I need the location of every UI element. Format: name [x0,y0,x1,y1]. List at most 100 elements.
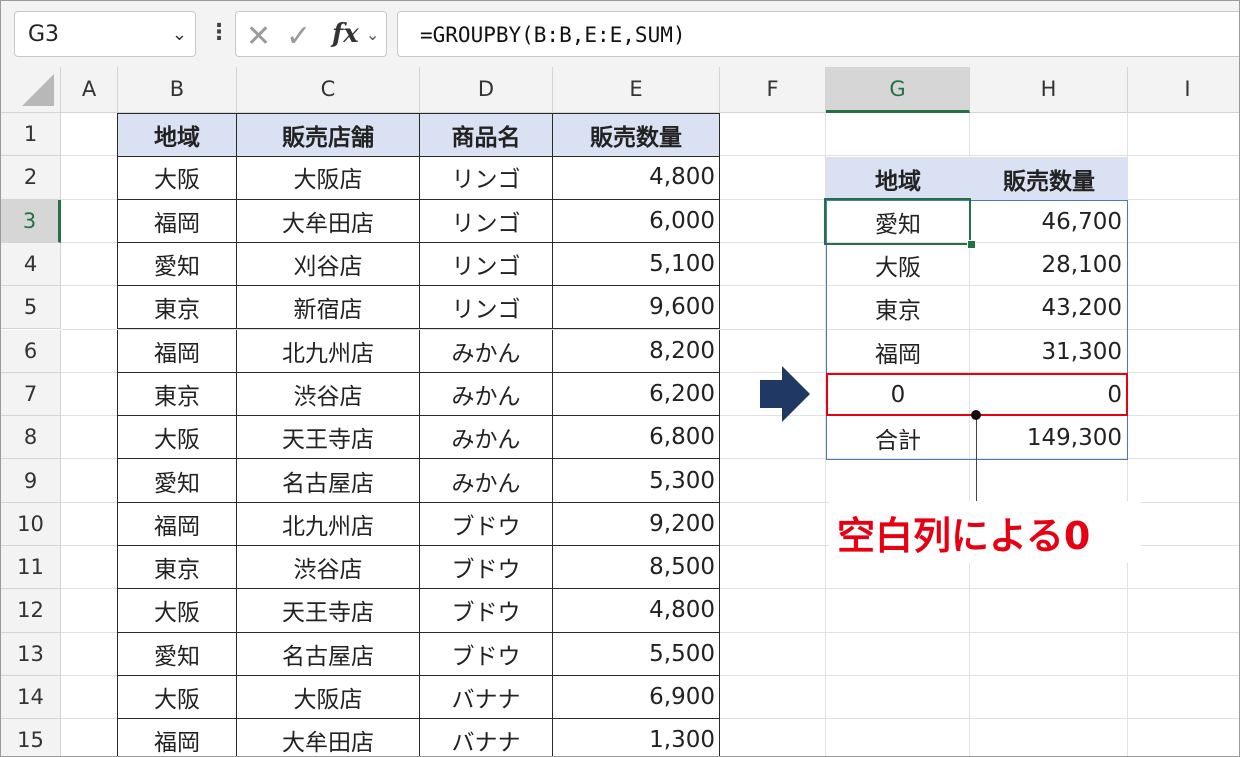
column-header-g[interactable]: G [826,67,970,113]
table-cell-store[interactable]: 大牟田店 [237,199,420,243]
table-cell-product[interactable]: みかん [420,416,553,460]
formula-input[interactable]: =GROUPBY(B:B,E:E,SUM) [397,11,1239,57]
row-header-3[interactable]: 3 [1,199,61,243]
table-cell-region[interactable]: 愛知 [117,459,237,503]
table-cell-region[interactable]: 福岡 [117,502,237,546]
table-cell-store[interactable]: 天王寺店 [237,416,420,460]
column-header-a[interactable]: A [61,67,118,113]
row-header-2[interactable]: 2 [1,156,61,200]
select-all-button[interactable] [1,67,61,113]
table-cell-store[interactable]: 刈谷店 [237,242,420,287]
row-header-1[interactable]: 1 [1,113,61,157]
result-header-quantity[interactable]: 販売数量 [970,157,1128,200]
table-cell-product[interactable]: みかん [420,329,553,373]
table-cell-region[interactable]: 大阪 [117,589,237,633]
result-cell-quantity[interactable]: 43,200 [970,287,1128,330]
table-cell-quantity[interactable]: 1,300 [553,719,720,756]
result-cell-region[interactable]: 福岡 [826,330,970,373]
table-cell-quantity[interactable]: 5,500 [553,632,720,676]
table-cell-store[interactable]: 大阪店 [237,156,420,200]
table-cell-store[interactable]: 名古屋店 [237,459,420,503]
column-header-c[interactable]: C [237,67,420,113]
row-header-5[interactable]: 5 [1,286,61,330]
header-store[interactable]: 販売店舗 [237,113,420,157]
table-cell-store[interactable]: 北九州店 [237,329,420,373]
table-cell-region[interactable]: 東京 [117,286,237,330]
column-header-e[interactable]: E [553,67,720,113]
table-cell-quantity[interactable]: 6,900 [553,675,720,720]
table-cell-store[interactable]: 大阪店 [237,675,420,720]
table-cell-product[interactable]: ブドウ [420,632,553,676]
table-cell-region[interactable]: 大阪 [117,675,237,720]
table-cell-quantity[interactable]: 8,200 [553,329,720,373]
result-cell-region[interactable]: 大阪 [826,243,970,286]
column-header-b[interactable]: B [118,67,237,113]
row-header-8[interactable]: 8 [1,416,61,460]
cancel-icon[interactable]: ✕ [246,19,271,54]
column-header-i[interactable]: I [1128,67,1239,113]
table-cell-product[interactable]: リンゴ [420,199,553,243]
table-cell-region[interactable]: 東京 [117,546,237,590]
table-cell-store[interactable]: 新宿店 [237,286,420,330]
table-cell-quantity[interactable]: 9,600 [553,286,720,330]
row-header-6[interactable]: 6 [1,329,61,373]
table-cell-quantity[interactable]: 9,200 [553,502,720,546]
row-header-14[interactable]: 14 [1,675,61,720]
table-cell-product[interactable]: バナナ [420,719,553,756]
column-header-d[interactable]: D [420,67,553,113]
table-cell-region[interactable]: 愛知 [117,632,237,676]
table-cell-product[interactable]: ブドウ [420,502,553,546]
result-cell-quantity[interactable]: 149,300 [970,417,1128,460]
row-header-7[interactable]: 7 [1,372,61,417]
name-box[interactable]: G3 ⌄ [14,11,196,57]
table-cell-quantity[interactable]: 5,100 [553,242,720,287]
result-header-region[interactable]: 地域 [826,157,970,200]
result-cell-quantity[interactable]: 28,100 [970,243,1128,286]
table-cell-quantity[interactable]: 5,300 [553,459,720,503]
confirm-icon[interactable]: ✓ [286,19,311,54]
header-quantity[interactable]: 販売数量 [553,113,720,157]
table-cell-quantity[interactable]: 6,000 [553,199,720,243]
table-cell-quantity[interactable]: 6,800 [553,416,720,460]
row-header-12[interactable]: 12 [1,589,61,633]
table-cell-product[interactable]: リンゴ [420,242,553,287]
table-cell-store[interactable]: 大牟田店 [237,719,420,756]
table-cell-store[interactable]: 天王寺店 [237,589,420,633]
table-cell-product[interactable]: ブドウ [420,546,553,590]
table-cell-product[interactable]: リンゴ [420,156,553,200]
header-product[interactable]: 商品名 [420,113,553,157]
insert-function-icon[interactable]: fx [332,19,359,49]
table-cell-store[interactable]: 渋谷店 [237,546,420,590]
fill-handle[interactable] [967,240,976,249]
result-cell-quantity[interactable]: 31,300 [970,330,1128,373]
row-header-4[interactable]: 4 [1,242,61,287]
table-cell-region[interactable]: 大阪 [117,156,237,200]
row-header-15[interactable]: 15 [1,719,61,756]
result-cell-region[interactable]: 合計 [826,417,970,460]
row-header-9[interactable]: 9 [1,459,61,503]
active-cell-g3[interactable] [824,198,971,245]
table-cell-region[interactable]: 福岡 [117,719,237,756]
row-header-13[interactable]: 13 [1,632,61,676]
row-header-11[interactable]: 11 [1,546,61,590]
table-cell-quantity[interactable]: 8,500 [553,546,720,590]
table-cell-region[interactable]: 大阪 [117,416,237,460]
table-cell-region[interactable]: 福岡 [117,329,237,373]
result-cell-region[interactable]: 東京 [826,287,970,330]
result-cell-quantity[interactable]: 46,700 [970,200,1128,243]
table-cell-quantity[interactable]: 6,200 [553,372,720,417]
header-region[interactable]: 地域 [117,113,237,157]
table-cell-quantity[interactable]: 4,800 [553,156,720,200]
table-cell-product[interactable]: みかん [420,372,553,417]
table-cell-store[interactable]: 渋谷店 [237,372,420,417]
table-cell-product[interactable]: ブドウ [420,589,553,633]
table-cell-region[interactable]: 福岡 [117,199,237,243]
table-cell-product[interactable]: みかん [420,459,553,503]
chevron-down-icon[interactable]: ⌄ [366,25,379,44]
table-cell-store[interactable]: 名古屋店 [237,632,420,676]
chevron-down-icon[interactable]: ⌄ [172,24,187,45]
table-cell-region[interactable]: 愛知 [117,242,237,287]
row-header-10[interactable]: 10 [1,502,61,546]
column-header-f[interactable]: F [720,67,826,113]
column-header-h[interactable]: H [970,67,1128,113]
